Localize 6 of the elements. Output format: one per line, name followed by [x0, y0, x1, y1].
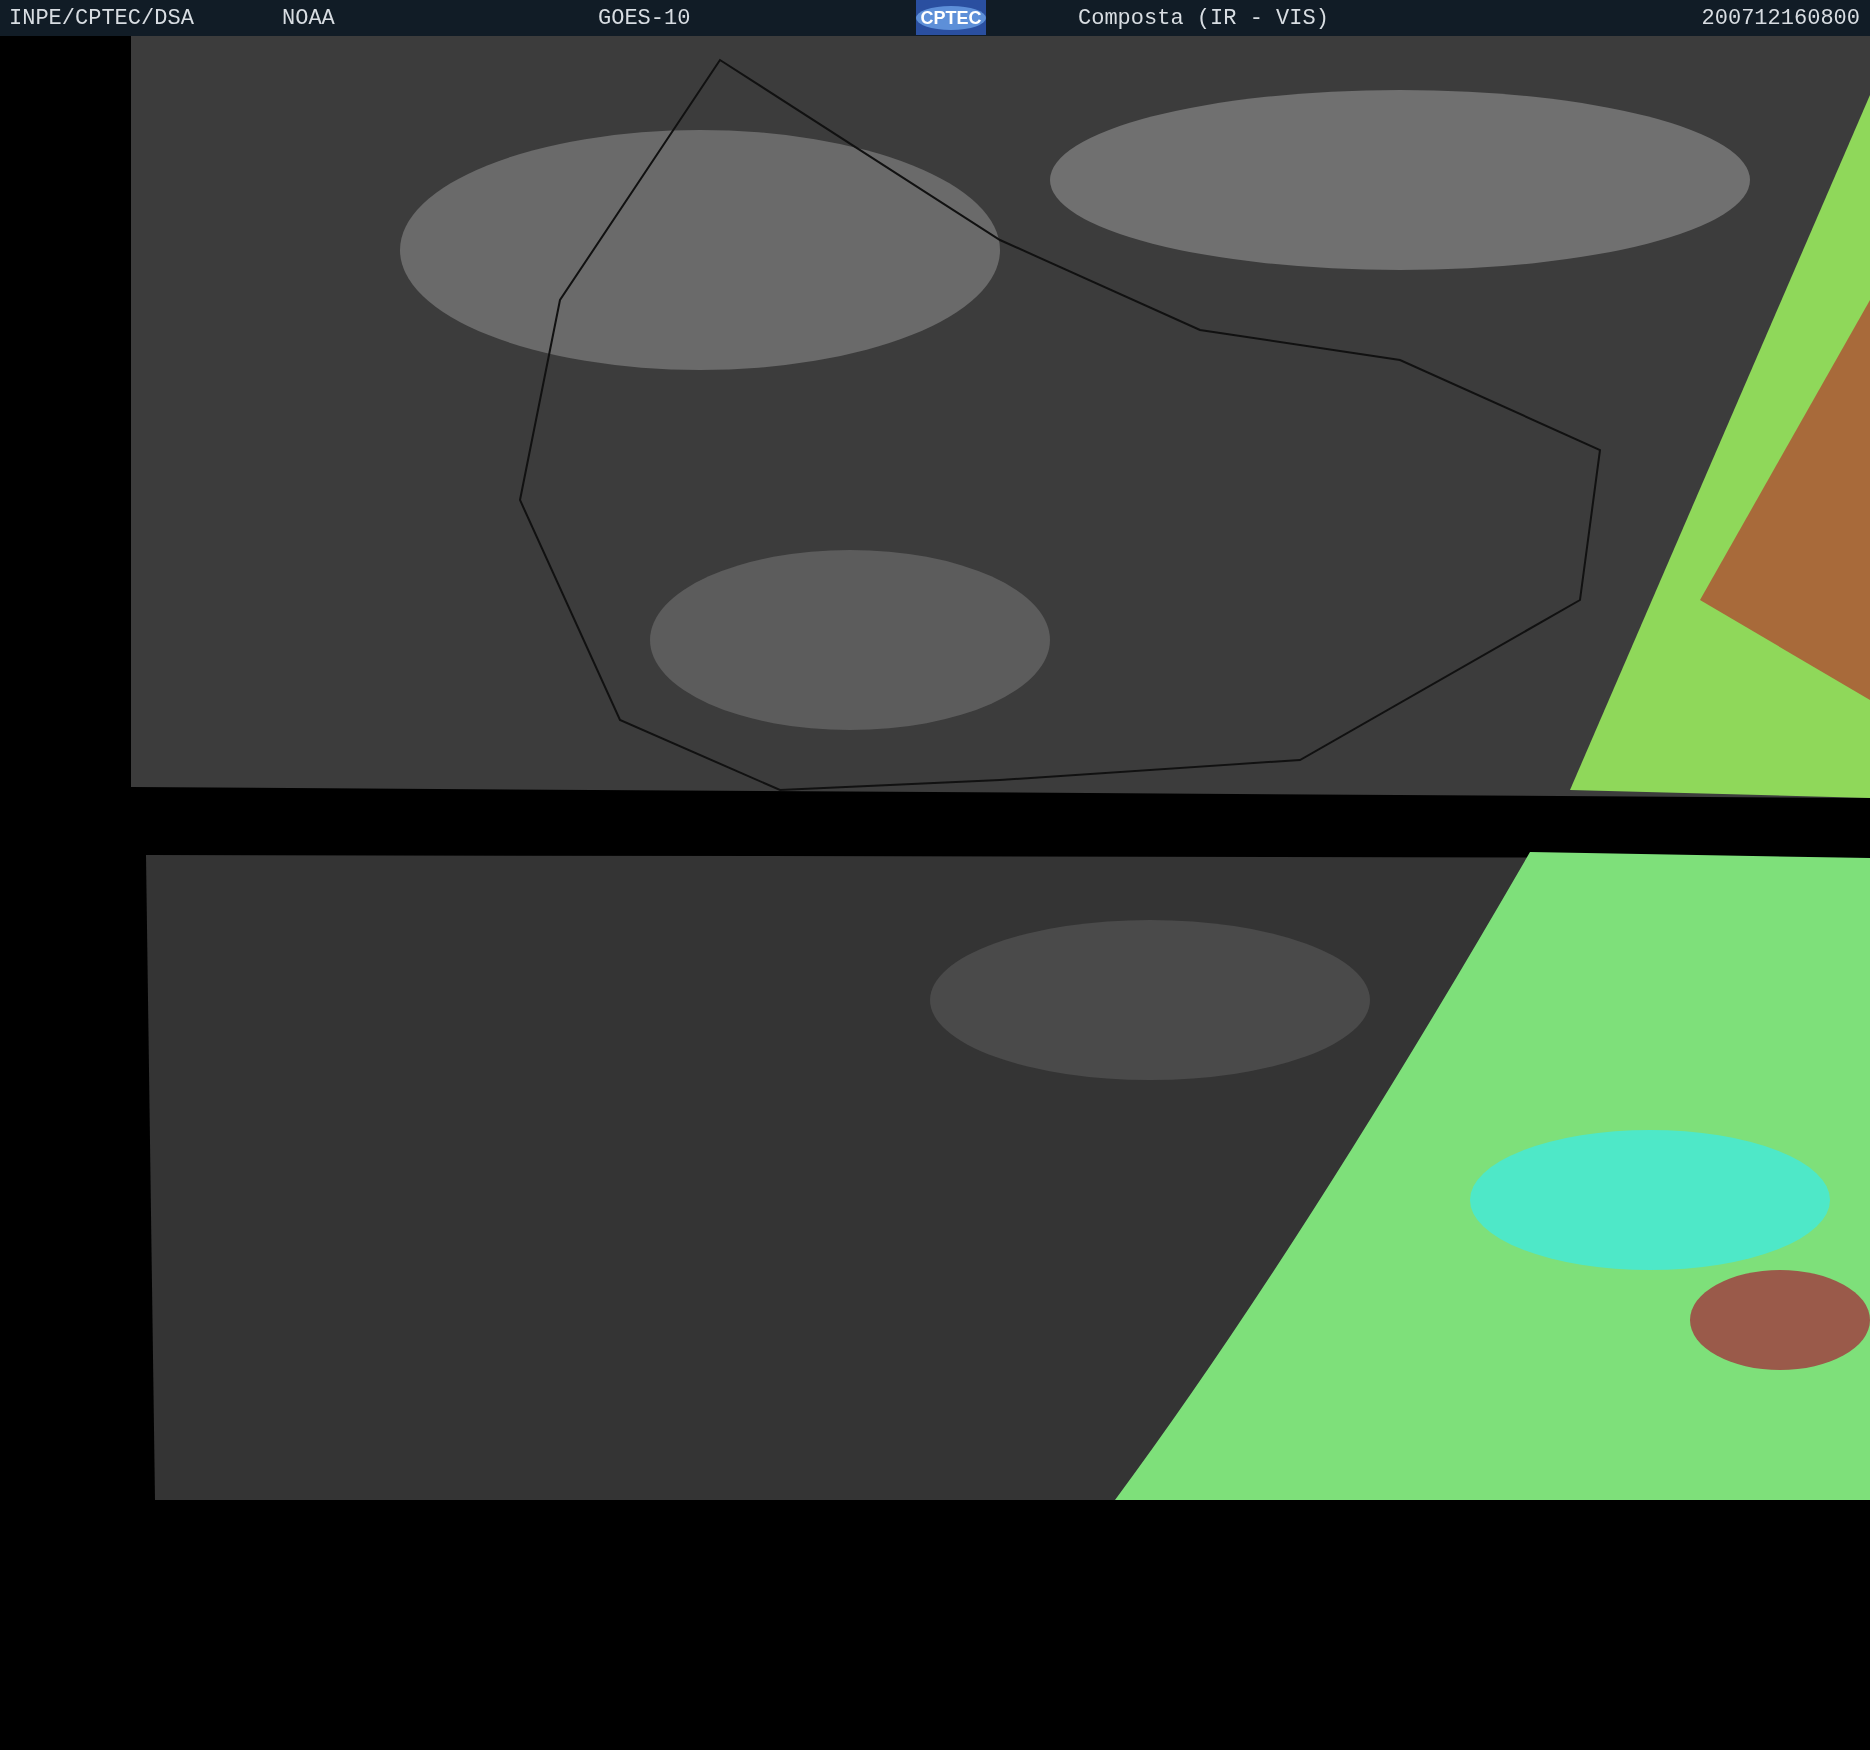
product-label: Composta (IR - VIS) — [1078, 4, 1329, 33]
source-label: NOAA — [282, 4, 335, 33]
agency-label: INPE/CPTEC/DSA — [9, 4, 194, 33]
logo: CPTEC — [916, 0, 986, 35]
timestamp-label: 200712160800 — [1701, 4, 1860, 33]
satellite-label: GOES-10 — [598, 4, 691, 33]
